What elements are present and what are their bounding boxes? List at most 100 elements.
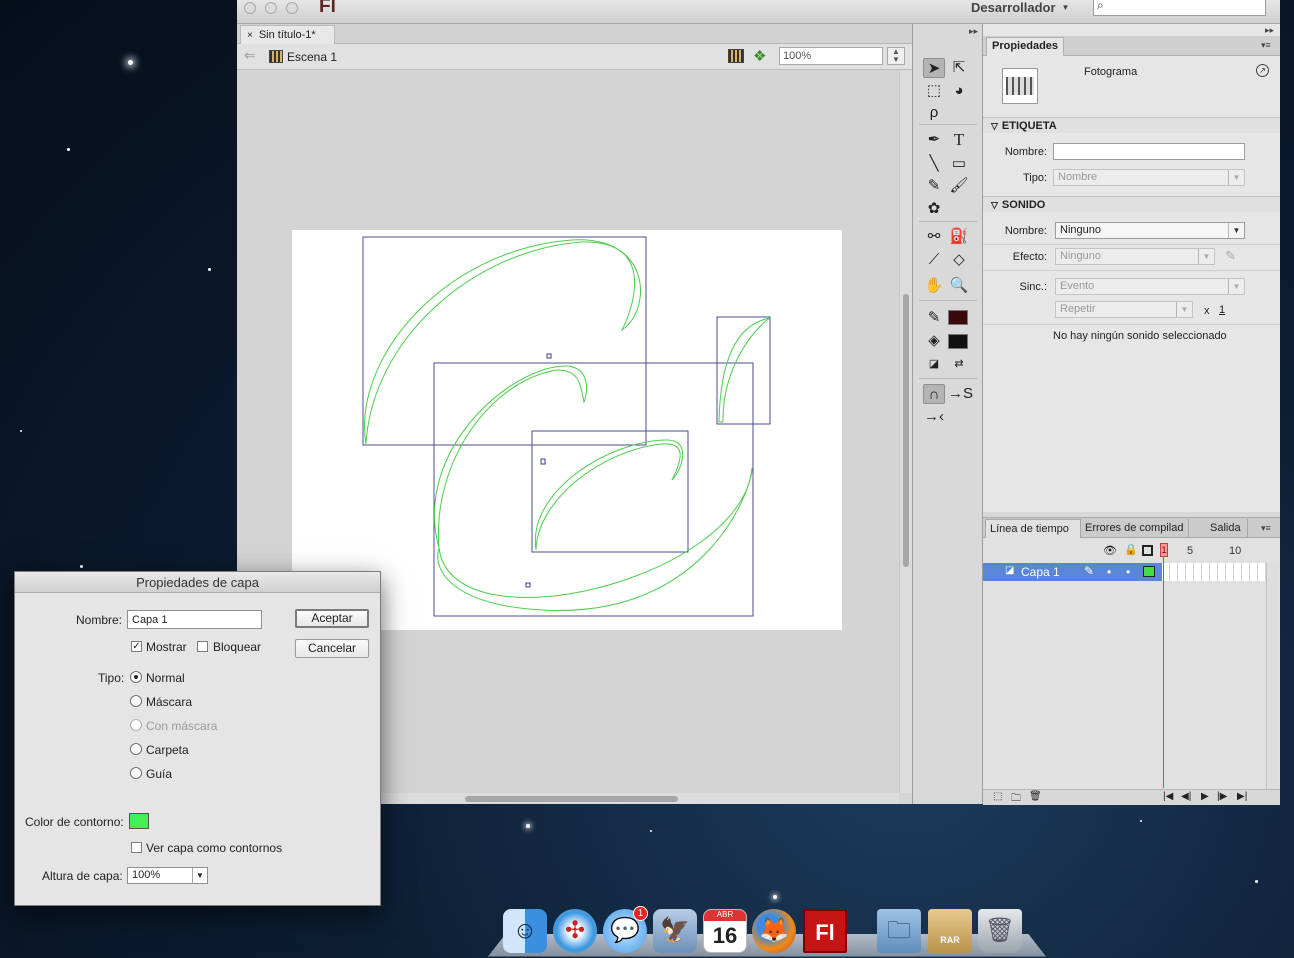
type-folder-radio[interactable]: [130, 743, 142, 755]
eyedropper-tool-icon[interactable]: ⟋: [923, 250, 945, 270]
pencil-tool-icon[interactable]: ✎: [923, 176, 945, 196]
collapse-panel-icon[interactable]: ▸▸: [969, 26, 978, 37]
sound-name-select[interactable]: Ninguno ▼: [1055, 222, 1245, 239]
step-forward-icon[interactable]: |▶: [1217, 791, 1227, 802]
subselection-tool-icon[interactable]: ⇱: [948, 58, 970, 78]
playhead[interactable]: 1: [1160, 543, 1168, 557]
scroll-thumb[interactable]: [465, 796, 678, 802]
panel-menu-icon[interactable]: ▾≡: [1261, 40, 1271, 51]
frames-row[interactable]: [1162, 563, 1266, 581]
selection-tool-icon[interactable]: ➤: [923, 58, 945, 78]
outline-color-swatch[interactable]: [129, 813, 149, 829]
outline-icon[interactable]: [1142, 545, 1153, 556]
workspace-switcher[interactable]: Desarrollador ▼: [971, 0, 1069, 15]
3d-rotation-tool-icon[interactable]: ◕: [948, 81, 970, 101]
sound-sync-select[interactable]: Evento ▼: [1055, 278, 1245, 295]
close-window-button[interactable]: [244, 2, 256, 14]
line-tool-icon[interactable]: ╲: [923, 154, 945, 174]
scene-label[interactable]: Escena 1: [287, 50, 337, 64]
visibility-dot[interactable]: •: [1107, 565, 1111, 579]
finder-icon[interactable]: ☺: [503, 909, 547, 953]
stage[interactable]: [292, 230, 842, 630]
tab-timeline[interactable]: Línea de tiempo: [985, 519, 1081, 538]
new-layer-icon[interactable]: ⬚: [993, 791, 1002, 802]
tab-output[interactable]: Salida: [1206, 519, 1248, 538]
black-white-icon[interactable]: ◪: [923, 354, 945, 374]
cancel-button[interactable]: Cancelar: [295, 639, 369, 658]
type-masked-radio[interactable]: [130, 719, 142, 731]
label-name-input[interactable]: [1053, 143, 1245, 160]
view-outlines-checkbox[interactable]: [131, 842, 142, 853]
ok-button[interactable]: Aceptar: [295, 609, 369, 628]
repeat-times-value[interactable]: 1: [1219, 304, 1225, 316]
edit-symbols-button[interactable]: ❖: [753, 47, 771, 65]
sound-repeat-select[interactable]: Repetir ▼: [1055, 301, 1193, 318]
bone-tool-icon[interactable]: ⚯: [923, 227, 945, 247]
eraser-tool-icon[interactable]: ◇: [948, 250, 970, 270]
label-section-header[interactable]: ▽ ETIQUETA: [983, 117, 1280, 133]
brush-tool-icon[interactable]: 🖌: [948, 176, 970, 196]
document-tab[interactable]: × Sin título-1*: [240, 25, 335, 44]
fill-color-icon[interactable]: ◈: [923, 331, 945, 351]
panel-menu-icon[interactable]: ▾≡: [1261, 523, 1271, 534]
pen-tool-icon[interactable]: ✒: [923, 130, 945, 150]
rar-archive-icon[interactable]: RAR: [928, 909, 972, 953]
swap-colors-icon[interactable]: ⇄: [948, 354, 970, 374]
folder-icon[interactable]: 🗀: [877, 909, 921, 953]
minimize-window-button[interactable]: [265, 2, 277, 14]
step-back-icon[interactable]: ◀|: [1181, 791, 1191, 802]
flash-icon[interactable]: Fl: [803, 909, 847, 953]
stroke-color-icon[interactable]: ✎: [923, 308, 945, 328]
type-guide-radio[interactable]: [130, 767, 142, 779]
snap-to-objects-icon[interactable]: ∩: [923, 384, 945, 404]
layer-name-input[interactable]: [127, 610, 262, 629]
lasso-tool-icon[interactable]: ρ: [923, 103, 945, 123]
timeline-scrollbar[interactable]: [1266, 563, 1279, 789]
scroll-thumb[interactable]: [903, 294, 909, 567]
rectangle-tool-icon[interactable]: ▭: [948, 154, 970, 174]
smooth-icon[interactable]: →S: [948, 384, 973, 404]
zoom-window-button[interactable]: [286, 2, 298, 14]
zoom-tool-icon[interactable]: 🔍: [948, 276, 970, 296]
lock-dot[interactable]: •: [1126, 565, 1130, 579]
edit-envelope-icon[interactable]: ✎: [1225, 248, 1236, 264]
vertical-scrollbar[interactable]: [899, 71, 912, 793]
back-arrow-icon[interactable]: ⇐: [244, 47, 256, 64]
go-to-last-frame-icon[interactable]: ▶|: [1237, 791, 1247, 802]
play-icon[interactable]: ▶: [1201, 791, 1209, 802]
hand-tool-icon[interactable]: ✋: [923, 276, 945, 296]
type-normal-radio[interactable]: [130, 671, 142, 683]
straighten-icon[interactable]: →‹: [923, 407, 945, 427]
sound-section-header[interactable]: ▽ SONIDO: [983, 196, 1280, 212]
tab-compiler-errors[interactable]: Errores de compilad: [1081, 519, 1189, 538]
deco-tool-icon[interactable]: ✿: [923, 199, 945, 219]
fill-color-swatch[interactable]: [948, 334, 968, 349]
lock-icon[interactable]: 🔒: [1124, 543, 1138, 556]
calendar-icon[interactable]: ABR 16: [703, 909, 747, 953]
sound-effect-select[interactable]: Ninguno ▼: [1055, 248, 1215, 265]
firefox-icon[interactable]: 🦊: [752, 909, 796, 953]
layer-row[interactable]: ◪ Capa 1 ✎ • •: [983, 563, 1162, 581]
label-type-select[interactable]: Nombre ▼: [1053, 169, 1245, 186]
tab-properties[interactable]: Propiedades: [986, 37, 1065, 56]
show-checkbox[interactable]: ✓: [131, 641, 142, 652]
new-folder-icon[interactable]: 🗀: [1011, 791, 1021, 808]
zoom-dropdown[interactable]: ▲ ▼: [887, 47, 905, 65]
help-search-input[interactable]: ⌕: [1093, 0, 1266, 16]
layer-height-select[interactable]: 100% ▼: [127, 867, 208, 884]
go-to-first-frame-icon[interactable]: |◀: [1163, 791, 1173, 802]
free-transform-tool-icon[interactable]: ⬚: [923, 81, 945, 101]
lock-checkbox[interactable]: [197, 641, 208, 652]
help-icon[interactable]: ↗: [1256, 64, 1269, 77]
type-mask-radio[interactable]: [130, 695, 142, 707]
trash-icon[interactable]: 🗑: [978, 909, 1022, 953]
safari-icon[interactable]: ✣: [553, 909, 597, 953]
collapse-panel-icon[interactable]: ▸▸: [1265, 25, 1274, 36]
paint-bucket-tool-icon[interactable]: ⛽: [948, 227, 970, 247]
layer-outline-swatch[interactable]: [1143, 566, 1155, 577]
edit-scene-button[interactable]: [728, 49, 744, 63]
eye-icon[interactable]: 👁: [1103, 544, 1117, 557]
zoom-field[interactable]: 100%: [779, 47, 883, 65]
stroke-color-swatch[interactable]: [948, 310, 968, 325]
delete-layer-icon[interactable]: 🗑: [1029, 791, 1042, 802]
